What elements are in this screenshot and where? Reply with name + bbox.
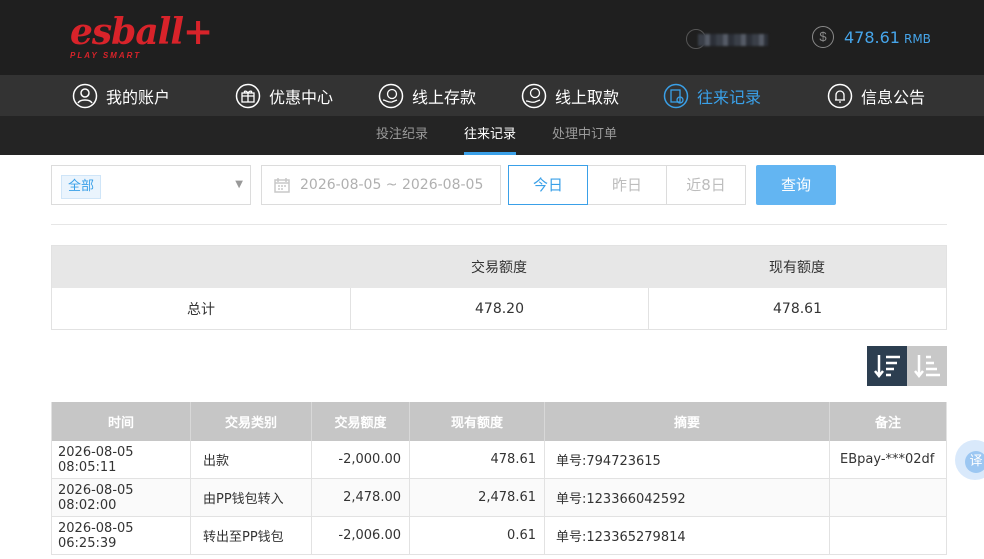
cell-remark [829, 479, 947, 516]
nav-label: 线上取款 [555, 87, 620, 107]
dollar-coin-icon: $ [812, 26, 834, 48]
user-icon [72, 83, 98, 108]
col-header-balance: 现有额度 [409, 402, 544, 441]
bell-icon [827, 83, 853, 108]
cell-amount: 2,478.00 [311, 479, 409, 516]
summary-table: 交易额度 现有额度 总计 478.20 478.61 [51, 245, 947, 330]
summary-transaction-amount: 478.20 [350, 288, 648, 329]
brand-logo[interactable]: esball+ PLAY SMART [70, 11, 213, 60]
summary-header-cell: 现有额度 [769, 260, 825, 276]
translate-button[interactable]: 译 [955, 440, 984, 480]
translate-icon: 译 [965, 451, 984, 473]
transaction-type-select[interactable]: 全部 ▼ [51, 165, 251, 205]
top-header: esball+ PLAY SMART $ 478.61 RMB [0, 0, 984, 75]
withdraw-icon [521, 83, 547, 108]
records-table: 时间 交易类别 交易额度 现有额度 摘要 备注 2026-08-05 08:05… [51, 402, 947, 555]
cell-memo: 单号:123366042592 [544, 479, 829, 516]
summary-total-label: 总计 [187, 301, 215, 318]
range-last8days-button[interactable]: 近8日 [666, 165, 746, 205]
cell-amount: -2,006.00 [311, 517, 409, 554]
nav-label: 往来记录 [697, 87, 762, 107]
cell-type: 出款 [190, 441, 311, 478]
cell-time: 2026-08-05 08:05:11 [51, 441, 190, 478]
cell-time: 2026-08-05 08:02:00 [51, 479, 190, 516]
sort-descending-button[interactable] [867, 346, 907, 386]
date-range-text: 2026-08-05 ~ 2026-08-05 [300, 177, 484, 193]
table-row[interactable]: 2026-08-05 06:25:39 转出至PP钱包 -2,006.00 0.… [51, 517, 947, 555]
records-icon [663, 83, 689, 108]
nav-label: 信息公告 [861, 87, 926, 107]
main-nav: 我的账户 优惠中心 线上存款 线上取款 往来记录 信息公告 [0, 75, 984, 116]
nav-label: 优惠中心 [269, 87, 334, 107]
cell-balance: 0.61 [409, 517, 544, 554]
col-header-type: 交易类别 [190, 402, 311, 441]
sort-descending-icon [874, 355, 900, 379]
nav-deposit[interactable]: 线上存款 [378, 75, 476, 116]
col-header-remark: 备注 [829, 402, 947, 441]
summary-header-cell: 交易额度 [471, 260, 527, 276]
calendar-icon [274, 178, 290, 193]
cell-balance: 2,478.61 [409, 479, 544, 516]
range-yesterday-button[interactable]: 昨日 [587, 165, 667, 205]
balance-amount: 478.61 [844, 27, 900, 47]
col-header-memo: 摘要 [544, 402, 829, 441]
query-button[interactable]: 查询 [756, 165, 836, 205]
sort-ascending-icon [914, 355, 940, 379]
nav-records[interactable]: 往来记录 [663, 75, 761, 116]
cell-amount: -2,000.00 [311, 441, 409, 478]
summary-row: 总计 478.20 478.61 [52, 288, 946, 329]
subtab-pending-orders[interactable]: 处理中订单 [552, 116, 617, 155]
nav-announcements[interactable]: 信息公告 [827, 75, 925, 116]
records-header: 时间 交易类别 交易额度 现有额度 摘要 备注 [51, 402, 947, 441]
cell-type: 转出至PP钱包 [190, 517, 311, 554]
sub-nav: 投注纪录 往来记录 处理中订单 [0, 116, 984, 155]
logo-text: esball+ [70, 11, 213, 53]
balance-display: $ 478.61 RMB [812, 26, 931, 48]
cell-remark [829, 517, 947, 554]
cell-time: 2026-08-05 06:25:39 [51, 517, 190, 554]
subtab-bet-records[interactable]: 投注纪录 [376, 116, 428, 155]
cell-memo: 单号:123365279814 [544, 517, 829, 554]
divider [51, 224, 947, 225]
selected-type-tag: 全部 [61, 175, 102, 199]
gift-icon [235, 83, 261, 108]
chevron-down-icon: ▼ [235, 179, 243, 190]
cell-type: 由PP钱包转入 [190, 479, 311, 516]
username-redacted [698, 34, 768, 46]
date-range-input[interactable]: 2026-08-05 ~ 2026-08-05 [261, 165, 501, 205]
range-today-button[interactable]: 今日 [508, 165, 588, 205]
nav-promotions[interactable]: 优惠中心 [235, 75, 333, 116]
cell-memo: 单号:794723615 [544, 441, 829, 478]
col-header-time: 时间 [51, 402, 190, 441]
summary-header: 交易额度 现有额度 [52, 246, 946, 288]
table-row[interactable]: 2026-08-05 08:02:00 由PP钱包转入 2,478.00 2,4… [51, 479, 947, 517]
summary-current-balance: 478.61 [648, 288, 946, 329]
nav-my-account[interactable]: 我的账户 [72, 75, 170, 116]
cell-remark: EBpay-***02df [829, 441, 947, 478]
nav-withdraw[interactable]: 线上取款 [521, 75, 619, 116]
user-info[interactable] [686, 29, 770, 49]
summary-header-cell [52, 246, 350, 288]
nav-label: 线上存款 [412, 87, 477, 107]
col-header-amount: 交易额度 [311, 402, 409, 441]
nav-label: 我的账户 [106, 87, 171, 107]
balance-unit: RMB [903, 31, 931, 46]
subtab-transactions[interactable]: 往来记录 [464, 116, 517, 155]
deposit-icon [378, 83, 404, 108]
cell-balance: 478.61 [409, 441, 544, 478]
sort-ascending-button[interactable] [907, 346, 947, 386]
table-row[interactable]: 2026-08-05 08:05:11 出款 -2,000.00 478.61 … [51, 441, 947, 479]
